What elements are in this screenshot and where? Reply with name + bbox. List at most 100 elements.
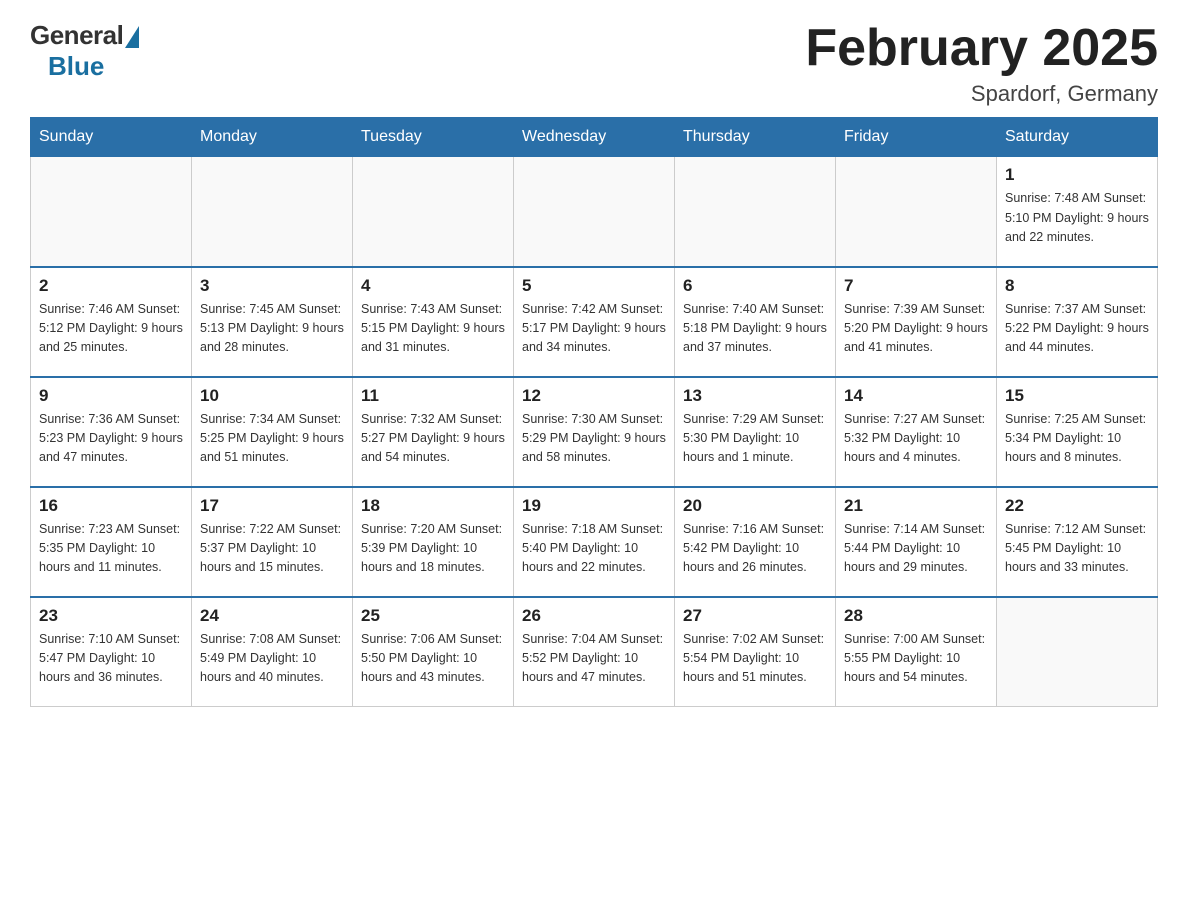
weekday-header-thursday: Thursday: [675, 118, 836, 157]
day-number: 2: [39, 276, 183, 296]
day-info: Sunrise: 7:34 AM Sunset: 5:25 PM Dayligh…: [200, 410, 344, 468]
calendar-cell: [514, 157, 675, 267]
day-info: Sunrise: 7:14 AM Sunset: 5:44 PM Dayligh…: [844, 520, 988, 578]
day-info: Sunrise: 7:37 AM Sunset: 5:22 PM Dayligh…: [1005, 300, 1149, 358]
month-title: February 2025: [805, 20, 1158, 77]
day-info: Sunrise: 7:27 AM Sunset: 5:32 PM Dayligh…: [844, 410, 988, 468]
day-number: 24: [200, 606, 344, 626]
day-number: 20: [683, 496, 827, 516]
day-info: Sunrise: 7:46 AM Sunset: 5:12 PM Dayligh…: [39, 300, 183, 358]
day-info: Sunrise: 7:36 AM Sunset: 5:23 PM Dayligh…: [39, 410, 183, 468]
week-row-4: 16 Sunrise: 7:23 AM Sunset: 5:35 PM Dayli…: [31, 487, 1158, 597]
day-number: 26: [522, 606, 666, 626]
day-number: 4: [361, 276, 505, 296]
day-number: 6: [683, 276, 827, 296]
calendar-cell: 11 Sunrise: 7:32 AM Sunset: 5:27 PM Dayli…: [353, 377, 514, 487]
day-info: Sunrise: 7:42 AM Sunset: 5:17 PM Dayligh…: [522, 300, 666, 358]
day-info: Sunrise: 7:20 AM Sunset: 5:39 PM Dayligh…: [361, 520, 505, 578]
day-number: 10: [200, 386, 344, 406]
calendar-cell: 24 Sunrise: 7:08 AM Sunset: 5:49 PM Dayli…: [192, 597, 353, 707]
weekday-header-saturday: Saturday: [997, 118, 1158, 157]
calendar-cell: [353, 157, 514, 267]
calendar-cell: 23 Sunrise: 7:10 AM Sunset: 5:47 PM Dayli…: [31, 597, 192, 707]
day-info: Sunrise: 7:00 AM Sunset: 5:55 PM Dayligh…: [844, 630, 988, 688]
calendar-cell: 16 Sunrise: 7:23 AM Sunset: 5:35 PM Dayli…: [31, 487, 192, 597]
calendar-cell: 22 Sunrise: 7:12 AM Sunset: 5:45 PM Dayli…: [997, 487, 1158, 597]
day-number: 7: [844, 276, 988, 296]
day-info: Sunrise: 7:45 AM Sunset: 5:13 PM Dayligh…: [200, 300, 344, 358]
day-info: Sunrise: 7:40 AM Sunset: 5:18 PM Dayligh…: [683, 300, 827, 358]
day-number: 11: [361, 386, 505, 406]
calendar-cell: 28 Sunrise: 7:00 AM Sunset: 5:55 PM Dayli…: [836, 597, 997, 707]
day-info: Sunrise: 7:29 AM Sunset: 5:30 PM Dayligh…: [683, 410, 827, 468]
calendar-cell: 26Sunrise: 7:04 AM Sunset: 5:52 PM Dayli…: [514, 597, 675, 707]
day-number: 22: [1005, 496, 1149, 516]
day-info: Sunrise: 7:06 AM Sunset: 5:50 PM Dayligh…: [361, 630, 505, 688]
calendar-cell: 20 Sunrise: 7:16 AM Sunset: 5:42 PM Dayli…: [675, 487, 836, 597]
logo-general-text: General: [30, 20, 123, 51]
calendar-cell: 9 Sunrise: 7:36 AM Sunset: 5:23 PM Daylig…: [31, 377, 192, 487]
calendar-cell: [192, 157, 353, 267]
title-block: February 2025 Spardorf, Germany: [805, 20, 1158, 107]
calendar-cell: 7Sunrise: 7:39 AM Sunset: 5:20 PM Daylig…: [836, 267, 997, 377]
calendar-cell: [997, 597, 1158, 707]
calendar-cell: 4Sunrise: 7:43 AM Sunset: 5:15 PM Daylig…: [353, 267, 514, 377]
day-info: Sunrise: 7:25 AM Sunset: 5:34 PM Dayligh…: [1005, 410, 1149, 468]
week-row-2: 2 Sunrise: 7:46 AM Sunset: 5:12 PM Daylig…: [31, 267, 1158, 377]
day-info: Sunrise: 7:48 AM Sunset: 5:10 PM Dayligh…: [1005, 189, 1149, 247]
day-number: 13: [683, 386, 827, 406]
calendar-cell: 12Sunrise: 7:30 AM Sunset: 5:29 PM Dayli…: [514, 377, 675, 487]
calendar-cell: 25Sunrise: 7:06 AM Sunset: 5:50 PM Dayli…: [353, 597, 514, 707]
day-info: Sunrise: 7:12 AM Sunset: 5:45 PM Dayligh…: [1005, 520, 1149, 578]
day-number: 17: [200, 496, 344, 516]
weekday-header-tuesday: Tuesday: [353, 118, 514, 157]
location: Spardorf, Germany: [805, 81, 1158, 107]
calendar-cell: 15 Sunrise: 7:25 AM Sunset: 5:34 PM Dayli…: [997, 377, 1158, 487]
day-number: 9: [39, 386, 183, 406]
weekday-header-monday: Monday: [192, 118, 353, 157]
calendar-cell: 27 Sunrise: 7:02 AM Sunset: 5:54 PM Dayli…: [675, 597, 836, 707]
weekday-header-row: SundayMondayTuesdayWednesdayThursdayFrid…: [31, 118, 1158, 157]
day-number: 14: [844, 386, 988, 406]
calendar-cell: [31, 157, 192, 267]
day-number: 28: [844, 606, 988, 626]
day-number: 8: [1005, 276, 1149, 296]
day-info: Sunrise: 7:32 AM Sunset: 5:27 PM Dayligh…: [361, 410, 505, 468]
day-number: 23: [39, 606, 183, 626]
calendar-cell: [836, 157, 997, 267]
calendar-cell: 8 Sunrise: 7:37 AM Sunset: 5:22 PM Daylig…: [997, 267, 1158, 377]
logo-blue-text: Blue: [48, 51, 104, 82]
weekday-header-sunday: Sunday: [31, 118, 192, 157]
calendar-cell: 17Sunrise: 7:22 AM Sunset: 5:37 PM Dayli…: [192, 487, 353, 597]
day-info: Sunrise: 7:23 AM Sunset: 5:35 PM Dayligh…: [39, 520, 183, 578]
calendar-cell: 10 Sunrise: 7:34 AM Sunset: 5:25 PM Dayli…: [192, 377, 353, 487]
calendar-cell: 1 Sunrise: 7:48 AM Sunset: 5:10 PM Daylig…: [997, 157, 1158, 267]
calendar-cell: 5 Sunrise: 7:42 AM Sunset: 5:17 PM Daylig…: [514, 267, 675, 377]
day-number: 1: [1005, 165, 1149, 185]
weekday-header-wednesday: Wednesday: [514, 118, 675, 157]
day-number: 15: [1005, 386, 1149, 406]
day-number: 19: [522, 496, 666, 516]
day-info: Sunrise: 7:08 AM Sunset: 5:49 PM Dayligh…: [200, 630, 344, 688]
calendar-cell: 6 Sunrise: 7:40 AM Sunset: 5:18 PM Daylig…: [675, 267, 836, 377]
calendar-cell: 2 Sunrise: 7:46 AM Sunset: 5:12 PM Daylig…: [31, 267, 192, 377]
day-info: Sunrise: 7:16 AM Sunset: 5:42 PM Dayligh…: [683, 520, 827, 578]
calendar-table: SundayMondayTuesdayWednesdayThursdayFrid…: [30, 117, 1158, 707]
day-number: 21: [844, 496, 988, 516]
page-header: General Blue February 2025 Spardorf, Ger…: [30, 20, 1158, 107]
logo-triangle-icon: [125, 26, 139, 48]
day-info: Sunrise: 7:02 AM Sunset: 5:54 PM Dayligh…: [683, 630, 827, 688]
day-info: Sunrise: 7:10 AM Sunset: 5:47 PM Dayligh…: [39, 630, 183, 688]
day-number: 3: [200, 276, 344, 296]
calendar-cell: 18Sunrise: 7:20 AM Sunset: 5:39 PM Dayli…: [353, 487, 514, 597]
day-info: Sunrise: 7:18 AM Sunset: 5:40 PM Dayligh…: [522, 520, 666, 578]
day-number: 27: [683, 606, 827, 626]
day-number: 12: [522, 386, 666, 406]
day-number: 16: [39, 496, 183, 516]
week-row-3: 9 Sunrise: 7:36 AM Sunset: 5:23 PM Daylig…: [31, 377, 1158, 487]
day-number: 5: [522, 276, 666, 296]
weekday-header-friday: Friday: [836, 118, 997, 157]
calendar-cell: [675, 157, 836, 267]
calendar-cell: 19 Sunrise: 7:18 AM Sunset: 5:40 PM Dayli…: [514, 487, 675, 597]
week-row-5: 23 Sunrise: 7:10 AM Sunset: 5:47 PM Dayli…: [31, 597, 1158, 707]
